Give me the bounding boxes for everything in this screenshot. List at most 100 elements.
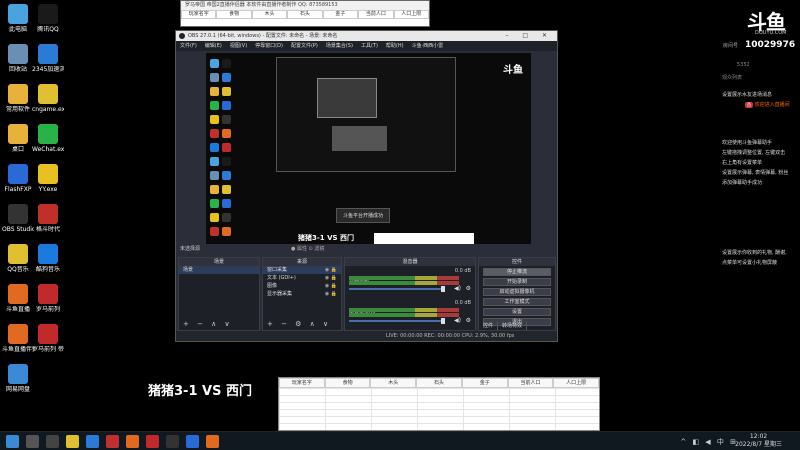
clock[interactable]: 12:02 2022/8/7 星期三	[735, 433, 782, 449]
speaker-icon[interactable]: ◀)	[454, 317, 461, 324]
taskbar-app-5[interactable]	[146, 435, 159, 448]
desktop-icon[interactable]: 腾讯QQ	[32, 4, 64, 34]
control-button[interactable]: 启动虚拟摄像机	[483, 288, 551, 296]
desktop-icon[interactable]: FlashFXP	[2, 164, 34, 194]
taskbar: ^ ◧ ◀ 中 ⊞ 12:02 2022/8/7 星期三	[0, 431, 800, 450]
taskbar-app-7[interactable]	[206, 435, 219, 448]
controls-dock: 控件 停止推流 开始录制 启动虚拟摄像机 工作室模式 设置 退出 控件 转场特效	[478, 257, 556, 331]
visibility-lock-icons[interactable]: ◉ 🔒	[325, 266, 337, 274]
dock-tab[interactable]: 转场特效	[498, 322, 528, 330]
controls-list: 停止推流 开始录制 启动虚拟摄像机 工作室模式 设置 退出	[479, 268, 555, 326]
volume-slider[interactable]	[349, 318, 445, 324]
desktop-icon[interactable]: 酷狗音乐	[32, 244, 64, 274]
preview-app-icon	[222, 59, 231, 68]
preview-app-icon	[210, 115, 219, 124]
sources-footer-buttons[interactable]: + − ⚙ ∧ ∨	[267, 320, 331, 328]
control-button[interactable]: 开始录制	[483, 278, 551, 286]
app-icon	[8, 204, 28, 224]
volume-slider[interactable]	[349, 286, 445, 292]
desktop-icon[interactable]: cngame.exe	[32, 84, 64, 114]
volume-slider-knob[interactable]	[441, 286, 445, 292]
source-label: 显示器采集	[267, 291, 293, 297]
desktop-icon[interactable]: 罗马前列	[32, 284, 64, 314]
menu-item[interactable]: 场景集合(S)	[326, 41, 353, 51]
menu-item[interactable]: 帮助(H)	[386, 41, 404, 51]
desktop-icon[interactable]: 桌口	[2, 124, 34, 154]
taskbar-app-2[interactable]	[86, 435, 99, 448]
menu-item[interactable]: 停靠窗口(D)	[255, 41, 283, 51]
taskbar-app-4[interactable]	[126, 435, 139, 448]
resource-sheet-window-bottom[interactable]: 玩家名字 食物 木头 石头 金子 当前人口 人口上限	[278, 377, 600, 431]
menu-item[interactable]: 编辑(E)	[205, 41, 222, 51]
desktop-icon-label: 2345加速浏览器	[32, 66, 64, 73]
sheet-column-header: 食物	[216, 10, 252, 19]
source-label: 文本 (GDI+)	[267, 275, 296, 281]
menu-item[interactable]: 文件(F)	[180, 41, 197, 51]
visibility-lock-icons[interactable]: ◉ 🔒	[325, 282, 337, 290]
sheet-column-header: 石头	[416, 378, 462, 388]
desktop-icon[interactable]: YY.exe	[32, 164, 64, 194]
desktop-icon[interactable]: WeChat.exe	[32, 124, 64, 154]
sheet-header-row: 玩家名字 食物 木头 石头 金子 当前人口 人口上限	[181, 10, 429, 19]
desktop-icon[interactable]: 2345加速浏览器	[32, 44, 64, 74]
menu-item[interactable]: 视图(V)	[230, 41, 247, 51]
control-button[interactable]: 设置	[483, 308, 551, 316]
visibility-lock-icons[interactable]: ◉ 🔒	[325, 274, 337, 282]
visibility-lock-icons[interactable]: ◉ 🔒	[325, 290, 337, 298]
obs-window[interactable]: OBS 27.0.1 (64-bit, windows) - 配置文件: 未命名…	[175, 30, 558, 342]
source-item[interactable]: 文本 (GDI+) ◉ 🔒	[263, 274, 341, 282]
clock-time: 12:02	[749, 433, 768, 440]
app-icon	[8, 324, 28, 344]
menu-item[interactable]: 斗鱼·西西小雷	[412, 41, 444, 51]
source-filter-buttons[interactable]: ● 属性 ⊙ 滤镜	[291, 244, 324, 254]
source-item[interactable]: 窗口采集 ◉ 🔒	[263, 266, 341, 274]
resource-sheet-window-top[interactable]: 罗马帝国 帝国2直播伴侣器 本软件由直播作者制作 QQ: 873589153 玩…	[180, 0, 430, 27]
controls-header: 控件	[479, 258, 555, 266]
desktop-icon[interactable]: 格斗时代	[32, 204, 64, 234]
dock-tab[interactable]: 控件	[479, 322, 499, 330]
window-controls[interactable]: – □ ✕	[505, 31, 553, 41]
scene-item[interactable]: 场景	[179, 266, 259, 274]
desktop-icon[interactable]: 罗马前列 帝国2直播	[32, 324, 64, 354]
desktop-icon[interactable]: 此电脑	[2, 4, 34, 34]
mixer-channels: 桌面音频0.0 dB◀)⚙麦克风/Aux0.0 dB◀)⚙	[345, 268, 475, 330]
task-view-icon[interactable]	[46, 435, 59, 448]
desktop-icon-label: 回收站	[8, 66, 27, 73]
source-item[interactable]: 图像 ◉ 🔒	[263, 282, 341, 290]
desktop-icon-label: 罗马前列	[35, 306, 60, 313]
gear-icon[interactable]: ⚙	[466, 285, 471, 292]
desktop-icon[interactable]: 斗鱼直播	[2, 284, 34, 314]
controls-tabs: 控件 转场特效	[479, 322, 555, 330]
obs-taskbar-icon[interactable]	[166, 435, 179, 448]
sheet-column-header: 石头	[287, 10, 323, 19]
desktop-icon[interactable]: 网易网盘	[2, 364, 34, 394]
source-item[interactable]: 显示器采集 ◉ 🔒	[263, 290, 341, 298]
search-icon[interactable]	[26, 435, 39, 448]
viewer-list-tab[interactable]: 观众列表	[722, 74, 742, 81]
source-label: 窗口采集	[267, 267, 288, 273]
volume-slider-knob[interactable]	[441, 318, 445, 324]
app-icon	[38, 84, 58, 104]
control-button[interactable]: 停止推流	[483, 268, 551, 276]
sheet-column-header: 玩家名字	[181, 10, 217, 19]
obs-preview[interactable]: 斗鱼 斗鱼平台开播成功 猪猪3-1 VS 西门	[206, 53, 531, 245]
taskbar-app-6[interactable]	[186, 435, 199, 448]
control-button[interactable]: 工作室模式	[483, 298, 551, 306]
desktop-icon[interactable]: QQ音乐	[2, 244, 34, 274]
menu-item[interactable]: 工具(T)	[361, 41, 378, 51]
gear-icon[interactable]: ⚙	[466, 317, 471, 324]
start-button[interactable]	[6, 435, 19, 448]
speaker-icon[interactable]: ◀)	[454, 285, 461, 292]
mixer-channel: 麦克风/Aux0.0 dB◀)⚙	[345, 300, 475, 330]
desktop-icon[interactable]: 回收站	[2, 44, 34, 74]
sheet-column-header: 食物	[324, 378, 371, 388]
system-tray[interactable]: ^ ◧ ◀ 中 ⊞	[680, 437, 738, 447]
desktop-icon[interactable]: OBS Studio	[2, 204, 34, 234]
desktop-icon[interactable]: 常用软件	[2, 84, 34, 114]
taskbar-app-3[interactable]	[106, 435, 119, 448]
taskbar-app-1[interactable]	[66, 435, 79, 448]
menu-item[interactable]: 配置文件(P)	[291, 41, 318, 51]
scenes-footer-buttons[interactable]: + − ∧ ∨	[183, 320, 233, 328]
sheet-column-header: 人口上限	[393, 10, 429, 19]
desktop-icon[interactable]: 斗鱼直播伴侣	[2, 324, 34, 354]
